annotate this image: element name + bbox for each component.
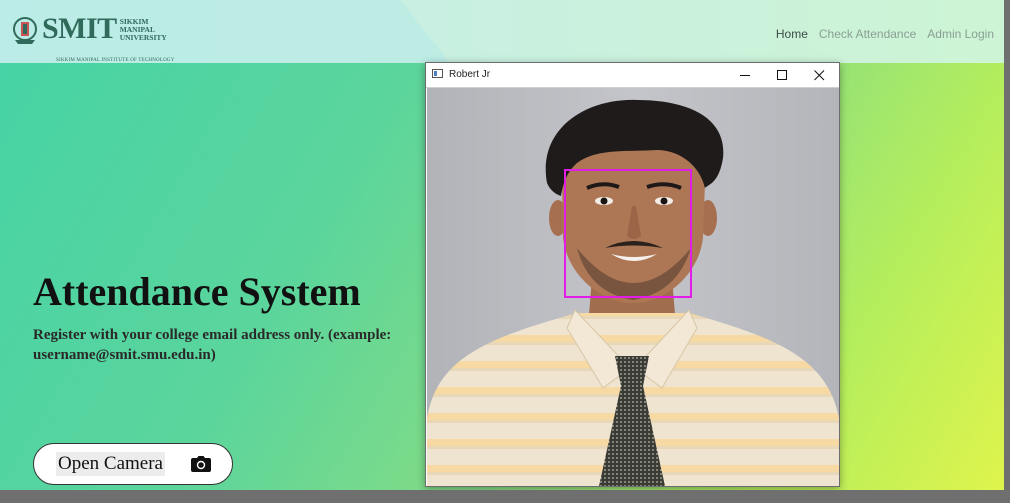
logo-institute: SIKKIM MANIPAL INSTITUTE OF TECHNOLOGY xyxy=(56,58,175,63)
face-detection-box xyxy=(564,169,692,298)
nav-home[interactable]: Home xyxy=(776,27,808,41)
minimize-button[interactable] xyxy=(727,63,764,87)
close-icon xyxy=(814,70,825,81)
page-title: Attendance System xyxy=(33,269,361,314)
emblem-icon xyxy=(13,17,37,44)
open-camera-label: Open Camera xyxy=(56,452,165,476)
camera-feed xyxy=(427,88,839,486)
logo-university: SIKKIM MANIPAL UNIVERSITY xyxy=(119,17,167,42)
navbar: SMIT SIKKIM MANIPAL UNIVERSITY SIKKIM MA… xyxy=(0,0,1004,63)
minimize-icon xyxy=(740,75,750,76)
maximize-button[interactable] xyxy=(764,63,801,87)
maximize-icon xyxy=(777,70,787,80)
camera-icon xyxy=(191,456,211,472)
page-background: SMIT SIKKIM MANIPAL UNIVERSITY SIKKIM MA… xyxy=(0,0,1004,490)
app-icon xyxy=(432,69,443,78)
nav-check-attendance[interactable]: Check Attendance xyxy=(819,27,916,41)
open-camera-button[interactable]: Open Camera xyxy=(33,443,233,485)
window-title: Robert Jr xyxy=(449,69,491,80)
nav-admin-login[interactable]: Admin Login xyxy=(927,27,994,41)
logo-wordmark: SMIT xyxy=(42,12,117,45)
hero-subtitle: Register with your college email address… xyxy=(33,327,392,363)
smit-logo[interactable]: SMIT SIKKIM MANIPAL UNIVERSITY SIKKIM MA… xyxy=(12,12,174,63)
nav-links: Home Check Attendance Admin Login xyxy=(776,27,994,41)
window-titlebar[interactable]: Robert Jr xyxy=(426,63,839,88)
camera-window[interactable]: Robert Jr xyxy=(425,62,840,487)
close-button[interactable] xyxy=(801,63,838,87)
